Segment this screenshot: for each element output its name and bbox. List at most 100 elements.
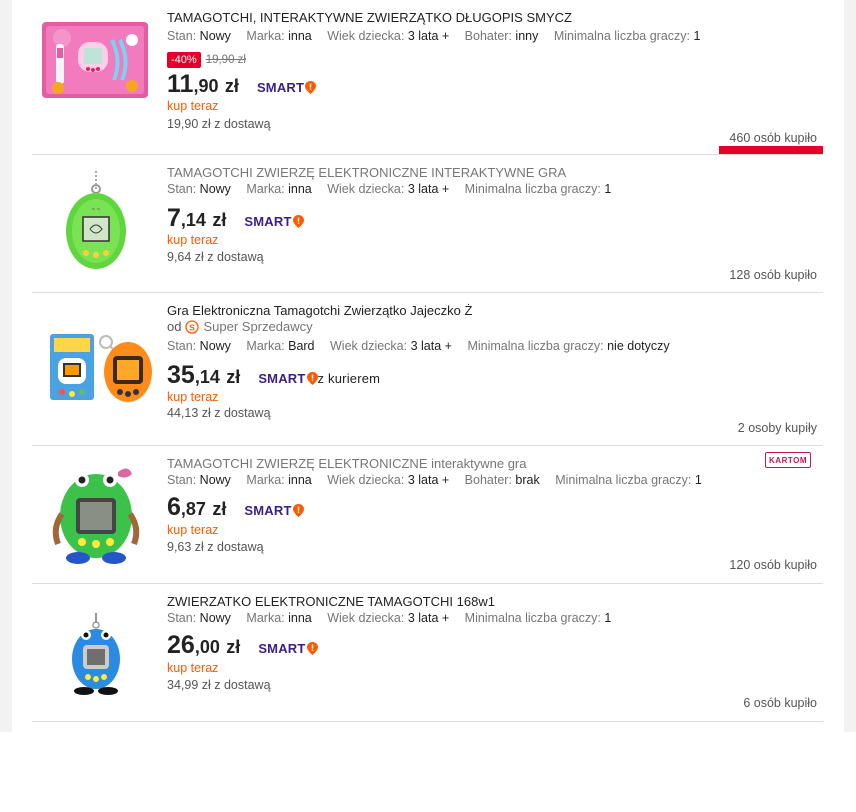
smart-badge: SMART: [258, 641, 318, 656]
price-row: 7,14 zł SMART: [167, 204, 304, 233]
param-label: Marka:: [246, 611, 285, 625]
param-value: 1: [604, 611, 612, 625]
param-value: inna: [288, 611, 312, 625]
item-params: Stan: Nowy Marka: inna Wiek dziecka: 3 l…: [167, 182, 611, 196]
product-thumbnail[interactable]: ~ ~: [40, 167, 152, 279]
param-value: Bard: [288, 339, 315, 353]
price: 7,14 zł: [167, 204, 227, 232]
bought-count: 128 osób kupiło: [729, 268, 817, 282]
param-label: Wiek dziecka:: [327, 182, 405, 196]
param-value: 3 lata +: [407, 29, 450, 43]
param-label: Bohater:: [464, 473, 512, 487]
param-label: Stan:: [167, 611, 197, 625]
param-value: 1: [694, 473, 702, 487]
param-value: inna: [288, 473, 312, 487]
super-seller-label[interactable]: Super Sprzedawcy: [203, 319, 312, 334]
param-value: Nowy: [199, 473, 231, 487]
bought-count: 2 osoby kupiły: [737, 421, 817, 435]
delivery-price: 9,63 zł z dostawą: [167, 540, 264, 554]
param-label: Wiek dziecka:: [327, 29, 405, 43]
price-row: 35,14 zł SMART z kurierem: [167, 361, 380, 390]
courier-label: z kurierem: [317, 371, 381, 386]
param-label: Wiek dziecka:: [327, 611, 405, 625]
param-label: Minimalna liczba graczy:: [555, 473, 692, 487]
price-row: 26,00 zł SMART: [167, 631, 318, 660]
item-params: Stan: Nowy Marka: inna Wiek dziecka: 3 l…: [167, 29, 700, 43]
item-title[interactable]: TAMAGOTCHI ZWIERZĘ ELEKTRONICZNE INTERAK…: [167, 165, 566, 180]
smart-pin-icon: [292, 215, 304, 228]
buy-now-link[interactable]: kup teraz: [167, 233, 218, 247]
param-value: 3 lata +: [407, 611, 450, 625]
param-label: Wiek dziecka:: [327, 473, 405, 487]
param-label: Marka:: [246, 473, 285, 487]
item-title[interactable]: TAMAGOTCHI, INTERAKTYWNE ZWIERZĄTKO DŁUG…: [167, 10, 572, 25]
old-price: 19,90 zł: [205, 54, 246, 66]
param-label: Minimalna liczba graczy:: [464, 611, 601, 625]
param-value: Nowy: [199, 182, 231, 196]
list-item: TAMAGOTCHI ZWIERZĘ ELEKTRONICZNE interak…: [32, 446, 823, 584]
list-item: ZWIERZATKO ELEKTRONICZNE TAMAGOTCHI 168w…: [32, 584, 823, 722]
param-value: brak: [515, 473, 540, 487]
param-value: nie dotyczy: [607, 339, 670, 353]
param-label: Stan:: [167, 29, 197, 43]
product-thumbnail[interactable]: [40, 456, 152, 568]
param-value: 3 lata +: [410, 339, 452, 353]
buy-now-link[interactable]: kup teraz: [167, 99, 218, 113]
item-params: Stan: Nowy Marka: inna Wiek dziecka: 3 l…: [167, 611, 611, 625]
search-results-list: TAMAGOTCHI, INTERAKTYWNE ZWIERZĄTKO DŁUG…: [12, 0, 844, 732]
param-label: Minimalna liczba graczy:: [464, 182, 601, 196]
item-title[interactable]: Gra Elektroniczna Tamagotchi Zwierzątko …: [167, 303, 472, 318]
smart-pin-icon: [306, 642, 318, 655]
param-value: inny: [515, 29, 539, 43]
item-title[interactable]: ZWIERZATKO ELEKTRONICZNE TAMAGOTCHI 168w…: [167, 594, 495, 609]
delivery-price: 9,64 zł z dostawą: [167, 250, 264, 264]
super-seller-icon: S: [185, 319, 200, 334]
product-thumbnail[interactable]: [40, 309, 162, 421]
param-label: Stan:: [167, 473, 197, 487]
item-params: Stan: Nowy Marka: inna Wiek dziecka: 3 l…: [167, 473, 702, 487]
param-label: Marka:: [246, 182, 285, 196]
discount-row: -40% 19,90 zł: [167, 52, 246, 68]
product-thumbnail[interactable]: [40, 598, 152, 710]
product-thumbnail[interactable]: [36, 10, 154, 110]
param-value: 1: [604, 182, 612, 196]
price: 35,14 zł: [167, 361, 241, 389]
price-row: 6,87 zł SMART: [167, 493, 304, 522]
param-value: 3 lata +: [407, 182, 450, 196]
price: 26,00 zł: [167, 631, 241, 659]
param-label: Bohater:: [464, 29, 512, 43]
buy-now-link[interactable]: kup teraz: [167, 661, 218, 675]
list-item: TAMAGOTCHI, INTERAKTYWNE ZWIERZĄTKO DŁUG…: [32, 0, 823, 155]
seller-brand-logo[interactable]: KARTOM: [765, 452, 811, 468]
smart-badge: SMART: [244, 214, 304, 229]
smart-pin-icon: [292, 504, 304, 517]
list-item: ~ ~ TAMAGOTCHI ZWIERZĘ ELEKTRONICZNE INT…: [32, 155, 823, 293]
delivery-price: 34,99 zł z dostawą: [167, 678, 271, 692]
delivery-price: 44,13 zł z dostawą: [167, 406, 271, 420]
buy-now-link[interactable]: kup teraz: [167, 523, 218, 537]
svg-text:~ ~: ~ ~: [92, 207, 101, 213]
popularity-bar: [719, 146, 823, 154]
price: 11,90 zł: [167, 70, 239, 98]
smart-badge: SMART z kurierem: [258, 371, 381, 386]
param-label: Minimalna liczba graczy:: [467, 339, 604, 353]
discount-badge: -40%: [167, 52, 201, 68]
buy-now-link[interactable]: kup teraz: [167, 390, 218, 404]
item-params: Stan: Nowy Marka: Bard Wiek dziecka: 3 l…: [167, 339, 670, 353]
smart-pin-icon: [306, 372, 318, 385]
param-value: 3 lata +: [407, 473, 450, 487]
param-value: inna: [288, 182, 312, 196]
param-value: inna: [288, 29, 312, 43]
item-title[interactable]: TAMAGOTCHI ZWIERZĘ ELEKTRONICZNE interak…: [167, 456, 526, 471]
seller-line: od S Super Sprzedawcy: [167, 319, 313, 334]
param-value: Nowy: [199, 339, 231, 353]
param-label: Marka:: [246, 339, 285, 353]
price: 6,87 zł: [167, 493, 227, 521]
param-value: 1: [693, 29, 701, 43]
param-value: Nowy: [199, 611, 231, 625]
price-row: 11,90 zł SMART: [167, 70, 317, 99]
param-label: Stan:: [167, 339, 197, 353]
bought-count: 460 osób kupiło: [729, 131, 817, 145]
param-label: Minimalna liczba graczy:: [553, 29, 691, 43]
smart-badge: SMART: [244, 503, 304, 518]
